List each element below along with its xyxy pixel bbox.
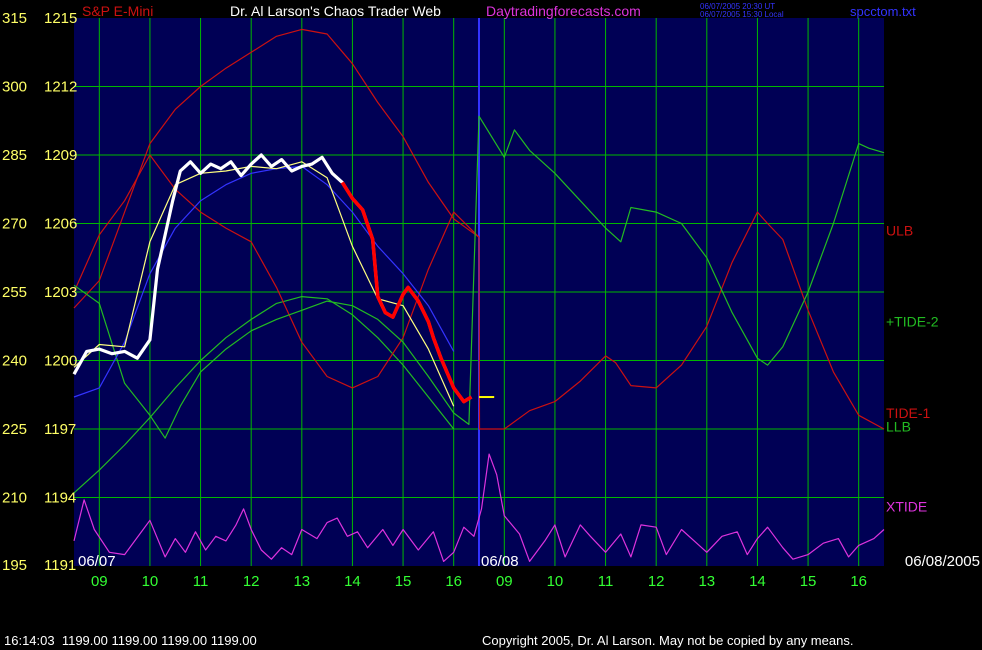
x-tick-hour: 16 <box>850 573 867 590</box>
series-annotation: ULB <box>886 222 913 238</box>
y-tick-price: 1194 <box>44 490 76 507</box>
header-instrument: S&P E-Mini <box>82 3 153 19</box>
x-tick-hour: 12 <box>243 573 260 590</box>
date-start-label: 06/07 <box>78 553 116 570</box>
y-tick-left: 240 <box>2 353 27 370</box>
header-site: Daytradingforecasts.com <box>486 3 641 19</box>
y-tick-price: 1200 <box>44 353 77 370</box>
y-tick-price: 1212 <box>44 79 77 96</box>
y-tick-left: 270 <box>2 216 27 233</box>
y-tick-left: 225 <box>2 421 27 438</box>
y-tick-price: 1215 <box>44 10 77 27</box>
y-tick-price: 1197 <box>44 421 76 438</box>
series-annotation: +TIDE-2 <box>886 314 939 330</box>
x-tick-hour: 15 <box>800 573 817 590</box>
date-end-label: 06/08/2005 <box>905 553 980 570</box>
header-time-local: 06/07/2005 15:30 Local <box>700 10 784 19</box>
x-tick-hour: 15 <box>395 573 412 590</box>
header-title: Dr. Al Larson's Chaos Trader Web <box>230 3 441 19</box>
x-tick-hour: 11 <box>598 573 614 590</box>
series-annotation: XTIDE <box>886 499 927 515</box>
y-tick-price: 1206 <box>44 216 77 233</box>
y-tick-left: 195 <box>2 557 27 574</box>
y-tick-price: 1191 <box>44 557 76 574</box>
x-tick-hour: 12 <box>648 573 665 590</box>
x-tick-hour: 13 <box>698 573 715 590</box>
y-tick-price: 1203 <box>44 284 77 301</box>
x-tick-hour: 09 <box>496 573 513 590</box>
y-tick-left: 255 <box>2 284 27 301</box>
series-annotation: LLB <box>886 419 911 435</box>
x-tick-hour: 11 <box>193 573 209 590</box>
x-tick-hour: 14 <box>344 573 361 590</box>
footer-copyright: Copyright 2005, Dr. Al Larson. May not b… <box>482 633 853 648</box>
x-tick-hour: 10 <box>547 573 564 590</box>
chart-canvas: 315 1215300 1212285 1209270 1206255 1203240 12… <box>0 0 982 650</box>
x-tick-hour: 13 <box>293 573 310 590</box>
date-mid-label: 06/08 <box>481 553 519 570</box>
y-tick-left: 285 <box>2 147 27 164</box>
y-tick-left: 210 <box>2 490 27 507</box>
x-tick-hour: 16 <box>445 573 462 590</box>
footer-quote: 16:14:03 1199.00 1199.00 1199.00 1199.00 <box>4 633 257 648</box>
header-file: spcctom.txt <box>850 4 916 19</box>
y-tick-left: 315 <box>2 10 27 27</box>
y-tick-price: 1209 <box>44 147 77 164</box>
y-tick-left: 300 <box>2 79 27 96</box>
x-tick-hour: 09 <box>91 573 108 590</box>
x-tick-hour: 10 <box>142 573 159 590</box>
x-tick-hour: 14 <box>749 573 766 590</box>
